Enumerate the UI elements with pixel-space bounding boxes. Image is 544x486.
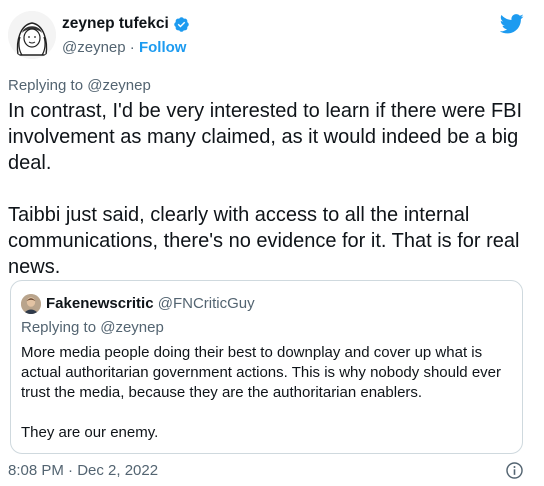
follow-button[interactable]: Follow — [139, 39, 187, 56]
tweet-text: In contrast, I'd be very interested to l… — [8, 100, 523, 278]
twitter-bird-icon[interactable] — [500, 14, 524, 34]
info-icon[interactable] — [505, 461, 524, 480]
quoted-author-avatar[interactable] — [21, 294, 41, 314]
quoted-author-row: Fakenewscritic @FNCriticGuy — [46, 295, 255, 312]
author-name-row: zeynep tufekci — [62, 15, 190, 33]
tweet-card: zeynep tufekci @zeynep · Follow Replying… — [0, 0, 544, 486]
quoted-handle[interactable]: @FNCriticGuy — [158, 295, 255, 312]
quoted-tweet[interactable]: Fakenewscritic @FNCriticGuy Replying to … — [10, 280, 523, 454]
author-avatar-illustration — [8, 11, 56, 59]
replying-to[interactable]: Replying to @zeynep — [8, 77, 151, 94]
author-handle-row: @zeynep · Follow — [62, 39, 186, 56]
verified-badge-icon — [174, 16, 189, 32]
quoted-display-name[interactable]: Fakenewscritic — [46, 295, 154, 312]
quoted-tweet-text: More media people doing their best to do… — [21, 344, 501, 441]
quoted-author-avatar-illustration — [21, 294, 41, 314]
author-handle[interactable]: @zeynep — [62, 39, 126, 56]
author-display-name[interactable]: zeynep tufekci — [62, 15, 169, 33]
handle-separator: · — [125, 39, 139, 56]
quoted-replying-to[interactable]: Replying to @zeynep — [21, 319, 164, 336]
tweet-timestamp[interactable]: 8:08 PM · Dec 2, 2022 — [8, 462, 158, 479]
author-avatar[interactable] — [8, 11, 56, 59]
